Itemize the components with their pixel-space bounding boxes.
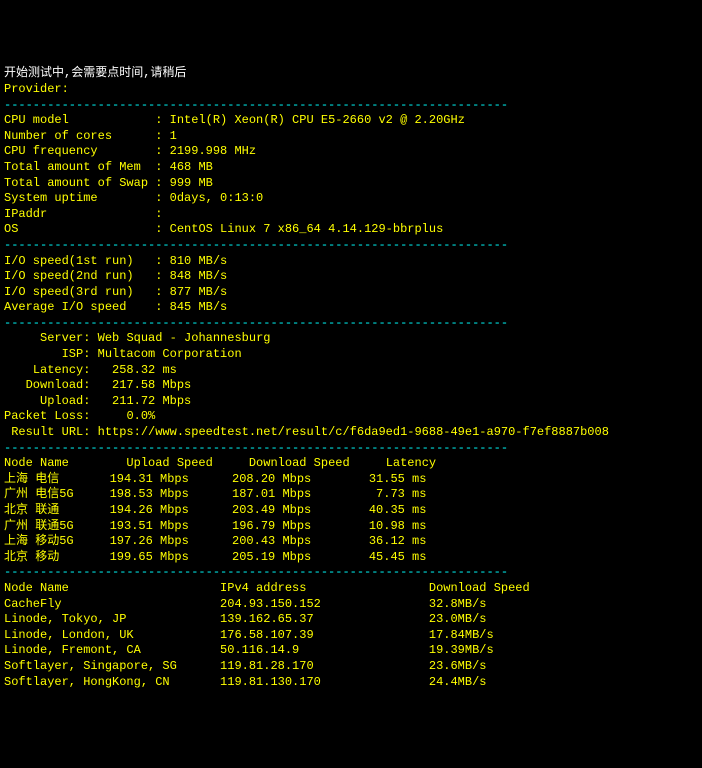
server-key: Server: (40, 331, 90, 345)
uptime-value: 0days, 0:13:0 (170, 191, 264, 205)
mem-key: Total amount of Mem (4, 160, 141, 174)
io1-key: I/O speed(1st run) (4, 254, 134, 268)
isp-key: ISP: (62, 347, 91, 361)
io2-value: 848 MB/s (170, 269, 228, 283)
server-value: Web Squad - Johannesburg (98, 331, 271, 345)
latency-key: Latency: (33, 363, 91, 377)
freq-key: CPU frequency (4, 144, 98, 158)
upload-value: 211.72 Mbps (112, 394, 191, 408)
result-key: Result URL: (11, 425, 90, 439)
cores-value: 1 (170, 129, 177, 143)
isp-value: Multacom Corporation (98, 347, 242, 361)
loss-key: Packet Loss: (4, 409, 90, 423)
dl-header: Node Name IPv4 address Download Speed (4, 581, 530, 595)
terminal-output: 开始测试中,会需要点时间,请稍后 Provider: -------------… (4, 66, 698, 690)
divider: ----------------------------------------… (4, 441, 508, 455)
swap-key: Total amount of Swap (4, 176, 148, 190)
io2-key: I/O speed(2nd run) (4, 269, 134, 283)
divider: ----------------------------------------… (4, 565, 508, 579)
result-url: https://www.speedtest.net/result/c/f6da9… (98, 425, 609, 439)
divider: ----------------------------------------… (4, 98, 508, 112)
upload-key: Upload: (40, 394, 90, 408)
freq-value: 2199.998 MHz (170, 144, 256, 158)
swap-value: 999 MB (170, 176, 213, 190)
download-key: Download: (26, 378, 91, 392)
cores-key: Number of cores (4, 129, 112, 143)
download-value: 217.58 Mbps (112, 378, 191, 392)
os-value: CentOS Linux 7 x86_64 4.14.129-bbrplus (170, 222, 444, 236)
ioavg-value: 845 MB/s (170, 300, 228, 314)
latency-value: 258.32 ms (112, 363, 177, 377)
divider: ----------------------------------------… (4, 316, 508, 330)
io3-value: 877 MB/s (170, 285, 228, 299)
ioavg-key: Average I/O speed (4, 300, 126, 314)
io1-value: 810 MB/s (170, 254, 228, 268)
cpu-model-key: CPU model (4, 113, 69, 127)
loss-value: 0.0% (126, 409, 155, 423)
io3-key: I/O speed(3rd run) (4, 285, 134, 299)
provider-label: Provider: (4, 82, 69, 96)
ipaddr-key: IPaddr (4, 207, 47, 221)
nodes-header: Node Name Upload Speed Download Speed La… (4, 456, 436, 470)
cpu-model-value: Intel(R) Xeon(R) CPU E5-2660 v2 @ 2.20GH… (170, 113, 465, 127)
mem-value: 468 MB (170, 160, 213, 174)
header-line: 开始测试中,会需要点时间,请稍后 (4, 66, 186, 80)
divider: ----------------------------------------… (4, 238, 508, 252)
os-key: OS (4, 222, 18, 236)
uptime-key: System uptime (4, 191, 98, 205)
